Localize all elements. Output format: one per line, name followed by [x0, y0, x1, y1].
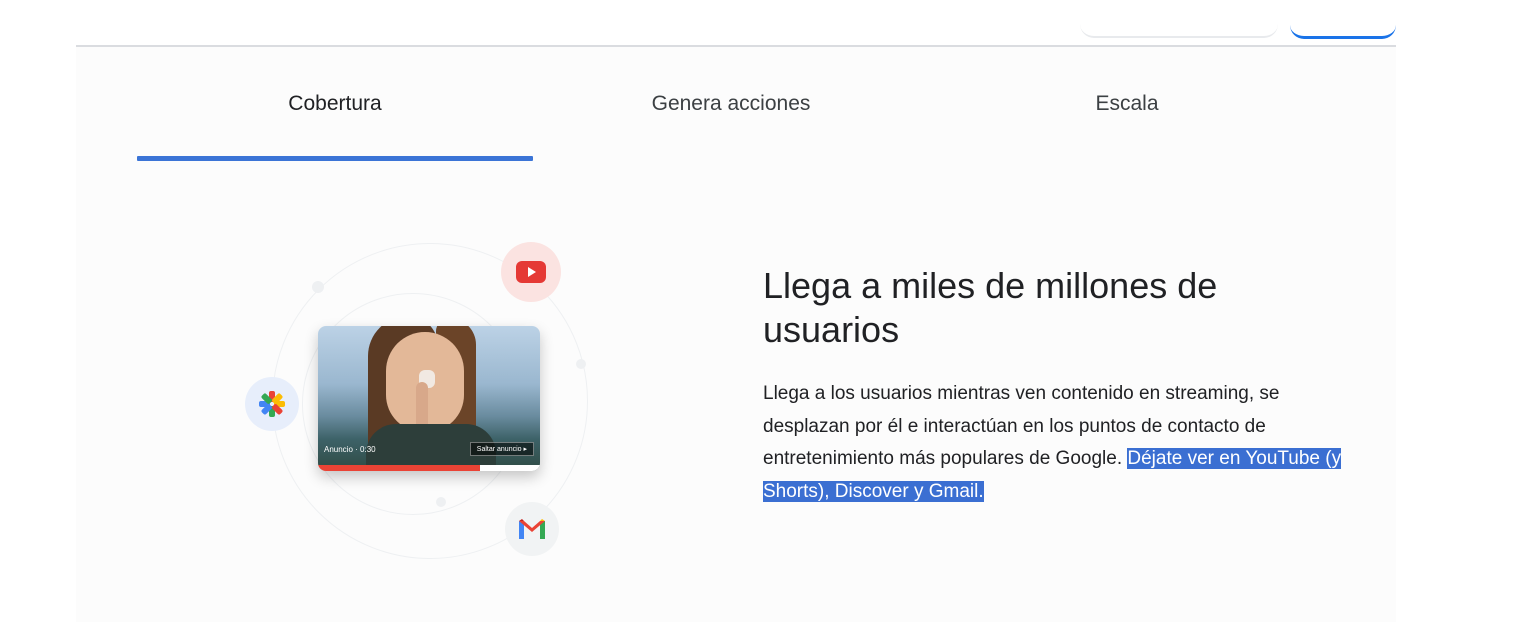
reach-illustration: Anuncio · 0:30 Saltar anuncio ▸: [240, 235, 600, 575]
video-progress-track[interactable]: [318, 465, 540, 471]
tab-cobertura[interactable]: Cobertura: [137, 92, 533, 122]
active-tab-indicator: [137, 156, 533, 161]
orbit-dot: [312, 281, 324, 293]
header-primary-button[interactable]: [1290, 20, 1396, 39]
tab-escala[interactable]: Escala: [929, 92, 1325, 122]
discover-icon: [259, 391, 285, 417]
youtube-icon: [516, 261, 546, 283]
gmail-badge: [505, 502, 559, 556]
youtube-badge: [501, 242, 561, 302]
section-heading: Llega a miles de millones de usuarios: [763, 265, 1218, 350]
video-progress-fill: [318, 465, 481, 471]
video-ad-preview[interactable]: Anuncio · 0:30 Saltar anuncio ▸: [318, 326, 540, 471]
header-secondary-button[interactable]: [1080, 20, 1278, 38]
orbit-dot: [436, 497, 446, 507]
skip-ad-button[interactable]: Saltar anuncio ▸: [469, 442, 534, 456]
gmail-icon: [519, 519, 545, 539]
ad-countdown-label: Anuncio · 0:30: [324, 444, 376, 454]
tab-genera-acciones[interactable]: Genera acciones: [533, 92, 929, 122]
orbit-dot: [576, 359, 586, 369]
video-ad-overlay: Anuncio · 0:30 Saltar anuncio ▸: [318, 440, 540, 458]
section-description: Llega a los usuarios mientras ven conten…: [763, 378, 1343, 508]
discover-badge: [245, 377, 299, 431]
